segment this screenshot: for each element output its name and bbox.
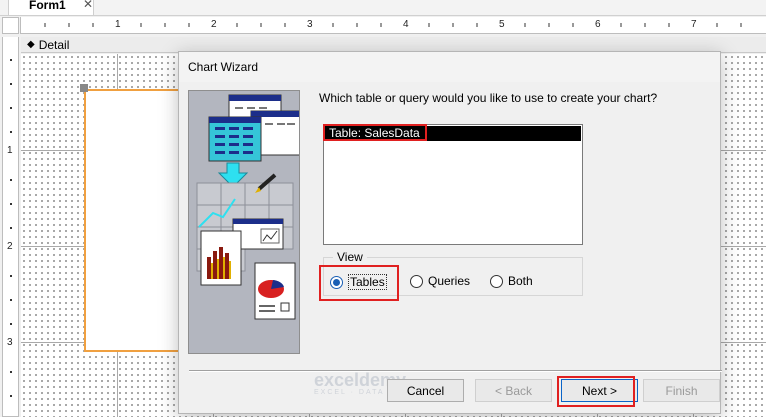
wizard-illustration-art [196,94,302,320]
radio-queries[interactable]: Queries [410,274,470,288]
view-group-label: View [333,250,367,264]
radio-unselected-icon [490,274,503,288]
radio-both-label: Both [508,274,533,288]
close-icon[interactable]: ✕ [83,0,93,11]
tab-form1-label: Form1 [29,0,66,12]
radio-unselected-icon [410,274,423,288]
detail-section-label: Detail [38,37,70,52]
table-query-listbox[interactable]: Table: SalesData [323,124,583,245]
cancel-button[interactable]: Cancel [387,379,464,402]
ruler-h-number: 4 [403,19,409,30]
move-handle[interactable] [80,84,88,92]
ruler-h-number: 5 [499,19,505,30]
finish-button[interactable]: Finish [643,379,720,402]
highlight-box [319,265,399,301]
vertical-ruler-ticks [10,59,12,397]
wizard-prompt: Which table or query would you like to u… [319,91,658,105]
radio-queries-label: Queries [428,274,471,288]
ruler-h-number: 3 [307,19,313,30]
back-button[interactable]: < Back [475,379,552,402]
section-arrow-icon: ◆ [27,39,35,50]
dialog-title: Chart Wizard [179,52,720,82]
document-tab-bar: Form1 ✕ [0,0,766,16]
horizontal-ruler: 1 2 3 4 5 6 7 [20,17,766,34]
ruler-v-number: 2 [7,241,13,252]
ruler-corner[interactable] [2,17,19,34]
ruler-h-number: 1 [115,19,121,30]
ruler-h-number: 7 [691,19,697,30]
chart-control-placeholder[interactable] [84,89,184,352]
divider [189,371,722,372]
horizontal-ruler-ticks [44,23,742,27]
radio-both[interactable]: Both [490,274,533,288]
ruler-h-number: 6 [595,19,601,30]
ruler-v-number: 3 [7,337,13,348]
highlight-box [323,124,427,141]
wizard-illustration [188,90,302,354]
chart-wizard-dialog: Chart Wizard Which table or query would … [178,51,722,414]
highlight-box [557,376,635,407]
vertical-ruler: 1 2 3 [2,37,19,417]
ruler-v-number: 1 [7,145,13,156]
ruler-h-number: 2 [211,19,217,30]
tab-form1[interactable]: Form1 ✕ [8,0,94,16]
